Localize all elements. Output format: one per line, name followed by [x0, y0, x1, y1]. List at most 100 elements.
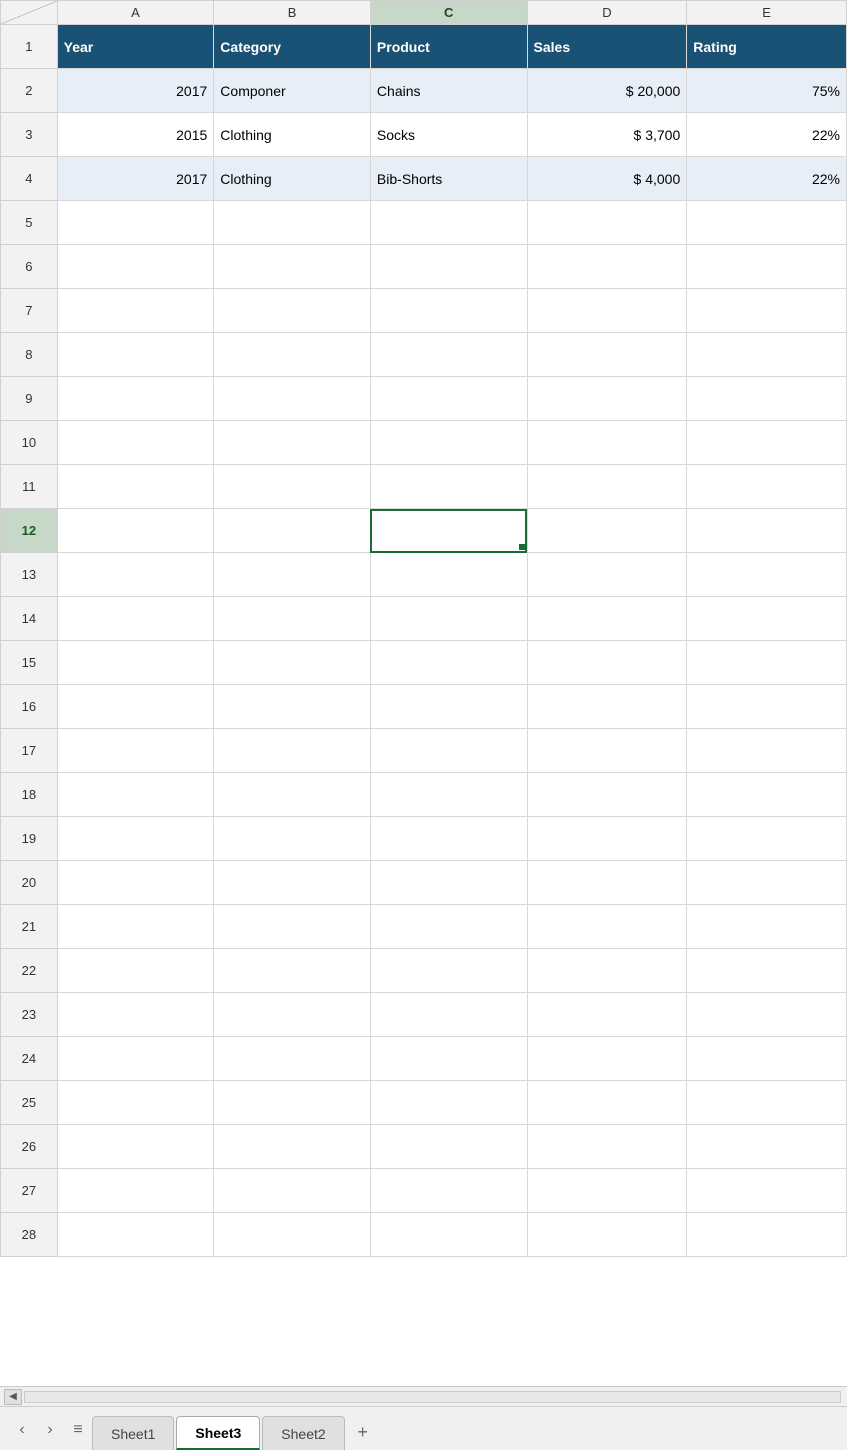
cell-17-E[interactable]: [687, 729, 847, 773]
row-header-22[interactable]: 22: [1, 949, 58, 993]
cell-23-D[interactable]: [527, 993, 687, 1037]
cell-15-B[interactable]: [214, 641, 371, 685]
col-header-b[interactable]: B: [214, 1, 371, 25]
cell-4-A[interactable]: 2017: [57, 157, 214, 201]
cell-17-A[interactable]: [57, 729, 214, 773]
cell-8-C[interactable]: [370, 333, 527, 377]
row-header-25[interactable]: 25: [1, 1081, 58, 1125]
cell-20-A[interactable]: [57, 861, 214, 905]
cell-26-D[interactable]: [527, 1125, 687, 1169]
cell-25-C[interactable]: [370, 1081, 527, 1125]
cell-6-A[interactable]: [57, 245, 214, 289]
cell-9-C[interactable]: [370, 377, 527, 421]
cell-14-D[interactable]: [527, 597, 687, 641]
cell-23-E[interactable]: [687, 993, 847, 1037]
row-header-5[interactable]: 5: [1, 201, 58, 245]
cell-1-D[interactable]: Sales: [527, 25, 687, 69]
cell-26-B[interactable]: [214, 1125, 371, 1169]
cell-20-E[interactable]: [687, 861, 847, 905]
cell-25-B[interactable]: [214, 1081, 371, 1125]
cell-16-A[interactable]: [57, 685, 214, 729]
cell-2-B[interactable]: Componer: [214, 69, 371, 113]
cell-19-E[interactable]: [687, 817, 847, 861]
cell-5-A[interactable]: [57, 201, 214, 245]
cell-12-A[interactable]: [57, 509, 214, 553]
cell-22-E[interactable]: [687, 949, 847, 993]
cell-15-A[interactable]: [57, 641, 214, 685]
cell-18-B[interactable]: [214, 773, 371, 817]
cell-16-B[interactable]: [214, 685, 371, 729]
cell-27-A[interactable]: [57, 1169, 214, 1213]
cell-18-E[interactable]: [687, 773, 847, 817]
cell-28-B[interactable]: [214, 1213, 371, 1257]
row-header-26[interactable]: 26: [1, 1125, 58, 1169]
row-header-7[interactable]: 7: [1, 289, 58, 333]
row-header-10[interactable]: 10: [1, 421, 58, 465]
cell-5-E[interactable]: [687, 201, 847, 245]
cell-10-A[interactable]: [57, 421, 214, 465]
cell-5-C[interactable]: [370, 201, 527, 245]
cell-4-D[interactable]: $ 4,000: [527, 157, 687, 201]
cell-9-D[interactable]: [527, 377, 687, 421]
cell-18-C[interactable]: [370, 773, 527, 817]
cell-23-A[interactable]: [57, 993, 214, 1037]
row-header-1[interactable]: 1: [1, 25, 58, 69]
cell-8-B[interactable]: [214, 333, 371, 377]
row-header-15[interactable]: 15: [1, 641, 58, 685]
cell-19-A[interactable]: [57, 817, 214, 861]
cell-20-C[interactable]: [370, 861, 527, 905]
row-header-16[interactable]: 16: [1, 685, 58, 729]
cell-14-E[interactable]: [687, 597, 847, 641]
cell-21-C[interactable]: [370, 905, 527, 949]
cell-14-B[interactable]: [214, 597, 371, 641]
cell-4-E[interactable]: 22%: [687, 157, 847, 201]
cell-26-C[interactable]: [370, 1125, 527, 1169]
row-header-6[interactable]: 6: [1, 245, 58, 289]
cell-2-C[interactable]: Chains: [370, 69, 527, 113]
cell-10-E[interactable]: [687, 421, 847, 465]
cell-17-B[interactable]: [214, 729, 371, 773]
col-header-a[interactable]: A: [57, 1, 214, 25]
row-header-27[interactable]: 27: [1, 1169, 58, 1213]
row-header-21[interactable]: 21: [1, 905, 58, 949]
cell-2-E[interactable]: 75%: [687, 69, 847, 113]
cell-27-C[interactable]: [370, 1169, 527, 1213]
cell-8-D[interactable]: [527, 333, 687, 377]
cell-23-B[interactable]: [214, 993, 371, 1037]
row-header-12[interactable]: 12: [1, 509, 58, 553]
cell-3-D[interactable]: $ 3,700: [527, 113, 687, 157]
col-header-e[interactable]: E: [687, 1, 847, 25]
tab-sheet3[interactable]: Sheet3: [176, 1416, 260, 1450]
row-header-2[interactable]: 2: [1, 69, 58, 113]
cell-19-B[interactable]: [214, 817, 371, 861]
cell-27-E[interactable]: [687, 1169, 847, 1213]
cell-12-E[interactable]: [687, 509, 847, 553]
cell-27-B[interactable]: [214, 1169, 371, 1213]
row-header-3[interactable]: 3: [1, 113, 58, 157]
add-sheet-btn[interactable]: +: [347, 1416, 379, 1448]
cell-25-A[interactable]: [57, 1081, 214, 1125]
cell-21-D[interactable]: [527, 905, 687, 949]
prev-sheet-btn[interactable]: ‹: [8, 1414, 36, 1446]
cell-7-E[interactable]: [687, 289, 847, 333]
cell-2-A[interactable]: 2017: [57, 69, 214, 113]
cell-13-B[interactable]: [214, 553, 371, 597]
cell-20-D[interactable]: [527, 861, 687, 905]
cell-5-B[interactable]: [214, 201, 371, 245]
cell-25-D[interactable]: [527, 1081, 687, 1125]
cell-11-E[interactable]: [687, 465, 847, 509]
cell-24-A[interactable]: [57, 1037, 214, 1081]
cell-1-C[interactable]: Product: [370, 25, 527, 69]
cell-15-D[interactable]: [527, 641, 687, 685]
cell-6-C[interactable]: [370, 245, 527, 289]
row-header-17[interactable]: 17: [1, 729, 58, 773]
cell-10-D[interactable]: [527, 421, 687, 465]
sheet-menu-btn[interactable]: ≡: [64, 1414, 92, 1446]
cell-9-A[interactable]: [57, 377, 214, 421]
cell-24-E[interactable]: [687, 1037, 847, 1081]
cell-1-A[interactable]: Year: [57, 25, 214, 69]
cell-28-A[interactable]: [57, 1213, 214, 1257]
cell-26-A[interactable]: [57, 1125, 214, 1169]
cell-24-B[interactable]: [214, 1037, 371, 1081]
cell-12-B[interactable]: [214, 509, 371, 553]
